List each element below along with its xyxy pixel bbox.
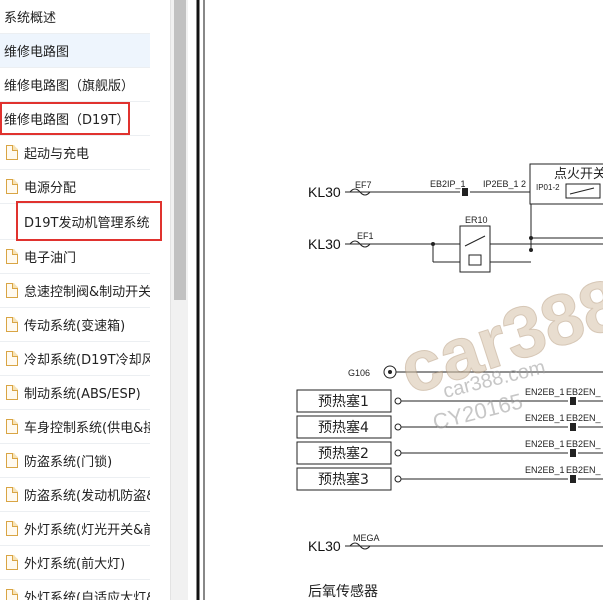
connector-ip01-label: IP01-2 bbox=[536, 183, 560, 192]
ground-g106-label: G106 bbox=[348, 368, 370, 378]
nav-item-label: 维修电路图 bbox=[4, 45, 70, 60]
document-icon bbox=[6, 419, 18, 434]
wiring-diagram-svg: 点火开关 KL30 EF7 EB2IP_1 IP2EB_1 2 IP01-2 K… bbox=[196, 0, 603, 600]
nav-item-label: 外灯系统(自适应大灯&仪 bbox=[24, 591, 150, 600]
nav-item-label: 电源分配 bbox=[24, 181, 77, 196]
document-icon bbox=[6, 521, 18, 536]
nav-item-label: 维修电路图（D19T） bbox=[4, 113, 130, 128]
rear-o2-sensor-label: 后氧传感器 bbox=[308, 583, 378, 600]
nav-item-label: 车身控制系统(供电&接地 bbox=[24, 421, 150, 436]
nav-item-anti-theft-engine[interactable]: 防盗系统(发动机防盗&喇 bbox=[0, 478, 150, 512]
document-icon bbox=[6, 179, 18, 194]
glow-plug-2-label: 预热塞2 bbox=[318, 445, 369, 462]
ignition-switch-label: 点火开关 bbox=[554, 167, 603, 182]
connector-icon bbox=[462, 188, 468, 196]
connector-eb2ip-label: EB2IP_1 bbox=[430, 179, 466, 189]
sidebar-scrollbar[interactable] bbox=[170, 0, 188, 600]
nav-item-idle-control-valve[interactable]: 怠速控制阀&制动开关&离 bbox=[0, 274, 150, 308]
nav-item-adaptive-headlights[interactable]: 外灯系统(自适应大灯&仪 bbox=[0, 580, 150, 600]
connector-eb2en-label: EB2EN_ bbox=[566, 387, 602, 397]
document-icon bbox=[6, 453, 18, 468]
glow-plug-3-label: 预热塞3 bbox=[318, 471, 369, 488]
document-icon bbox=[6, 555, 18, 570]
nav-item-electronic-throttle[interactable]: 电子油门 bbox=[0, 240, 150, 274]
watermark: car388.c car388.com CY20165 bbox=[390, 245, 603, 435]
nav-item-label: 传动系统(变速箱) bbox=[24, 319, 126, 334]
connector-eb2en-label: EB2EN_ bbox=[566, 465, 602, 475]
nav-item-d19t-engine-management[interactable]: D19T发动机管理系统 bbox=[0, 204, 150, 240]
glow-plug-4-label: 预热塞4 bbox=[318, 419, 369, 436]
document-icon bbox=[6, 317, 18, 332]
glow-plug-1-label: 预热塞1 bbox=[318, 393, 369, 410]
connector-eb2en-label: EB2EN_ bbox=[566, 439, 602, 449]
document-icon bbox=[6, 351, 18, 366]
nav-item-label: 冷却系统(D19T冷却风扇) bbox=[24, 353, 150, 368]
nav-item-label: D19T发动机管理系统 bbox=[24, 216, 150, 231]
kl30-label-1: KL30 bbox=[308, 184, 341, 200]
connector-en2eb-label: EN2EB_1 bbox=[525, 439, 565, 449]
nav-item-brake-system[interactable]: 制动系统(ABS/ESP) bbox=[0, 376, 150, 410]
nav-item-starting-charging[interactable]: 起动与充电 bbox=[0, 136, 150, 170]
document-icon bbox=[6, 145, 18, 160]
nav-item-exterior-lights-switch[interactable]: 外灯系统(灯光开关&前后 bbox=[0, 512, 150, 546]
nav-item-wiring-diagram-d19t[interactable]: 维修电路图（D19T） bbox=[0, 102, 150, 136]
document-icon bbox=[6, 283, 18, 298]
nav-item-wiring-diagram-flagship[interactable]: 维修电路图（旗舰版） bbox=[0, 68, 150, 102]
nav-item-label: 外灯系统(前大灯) bbox=[24, 557, 126, 572]
scrollbar-thumb[interactable] bbox=[174, 0, 186, 300]
kl30-label-2: KL30 bbox=[308, 236, 341, 252]
connector-eb2en-label: EB2EN_ bbox=[566, 413, 602, 423]
nav-item-wiring-diagram[interactable]: 维修电路图 bbox=[0, 34, 150, 68]
nav-item-label: 外灯系统(灯光开关&前后 bbox=[24, 523, 150, 538]
wiring-diagram-view: 点火开关 KL30 EF7 EB2IP_1 IP2EB_1 2 IP01-2 K… bbox=[190, 0, 603, 600]
fuse-mega-label: MEGA bbox=[353, 533, 380, 543]
nav-item-anti-theft-door-lock[interactable]: 防盗系统(门锁) bbox=[0, 444, 150, 478]
nav-item-label: 怠速控制阀&制动开关&离 bbox=[24, 285, 150, 300]
nav-item-cooling-system[interactable]: 冷却系统(D19T冷却风扇) bbox=[0, 342, 150, 376]
nav-item-system-overview[interactable]: 系统概述 bbox=[0, 0, 150, 34]
nav-item-body-control[interactable]: 车身控制系统(供电&接地 bbox=[0, 410, 150, 444]
nav-item-label: 系统概述 bbox=[4, 11, 57, 26]
document-icon bbox=[6, 249, 18, 264]
document-icon bbox=[6, 487, 18, 502]
nav-item-headlights[interactable]: 外灯系统(前大灯) bbox=[0, 546, 150, 580]
document-icon bbox=[6, 385, 18, 400]
connector-en2eb-label: EN2EB_1 bbox=[525, 387, 565, 397]
nav-item-power-distribution[interactable]: 电源分配 bbox=[0, 170, 150, 204]
nav-item-label: 制动系统(ABS/ESP) bbox=[24, 387, 141, 402]
connector-en2eb-label: EN2EB_1 bbox=[525, 465, 565, 475]
nav-item-label: 起动与充电 bbox=[24, 147, 90, 162]
kl30-label-3: KL30 bbox=[308, 538, 341, 554]
connector-ip2eb-label: IP2EB_1 2 bbox=[483, 179, 526, 189]
nav-item-label: 维修电路图（旗舰版） bbox=[4, 79, 135, 94]
connector-en2eb-label: EN2EB_1 bbox=[525, 413, 565, 423]
nav-item-label: 防盗系统(门锁) bbox=[24, 455, 113, 470]
relay-er10-label: ER10 bbox=[465, 215, 488, 225]
fuse-ef1-label: EF1 bbox=[357, 231, 374, 241]
nav-item-transmission[interactable]: 传动系统(变速箱) bbox=[0, 308, 150, 342]
fuse-ef7-label: EF7 bbox=[355, 180, 372, 190]
sidebar-tree: 系统概述 维修电路图 维修电路图（旗舰版） 维修电路图（D19T） 起动与充电 … bbox=[0, 0, 170, 600]
document-icon bbox=[6, 589, 18, 600]
nav-item-label: 防盗系统(发动机防盗&喇 bbox=[24, 489, 150, 504]
nav-item-label: 电子油门 bbox=[24, 251, 77, 266]
